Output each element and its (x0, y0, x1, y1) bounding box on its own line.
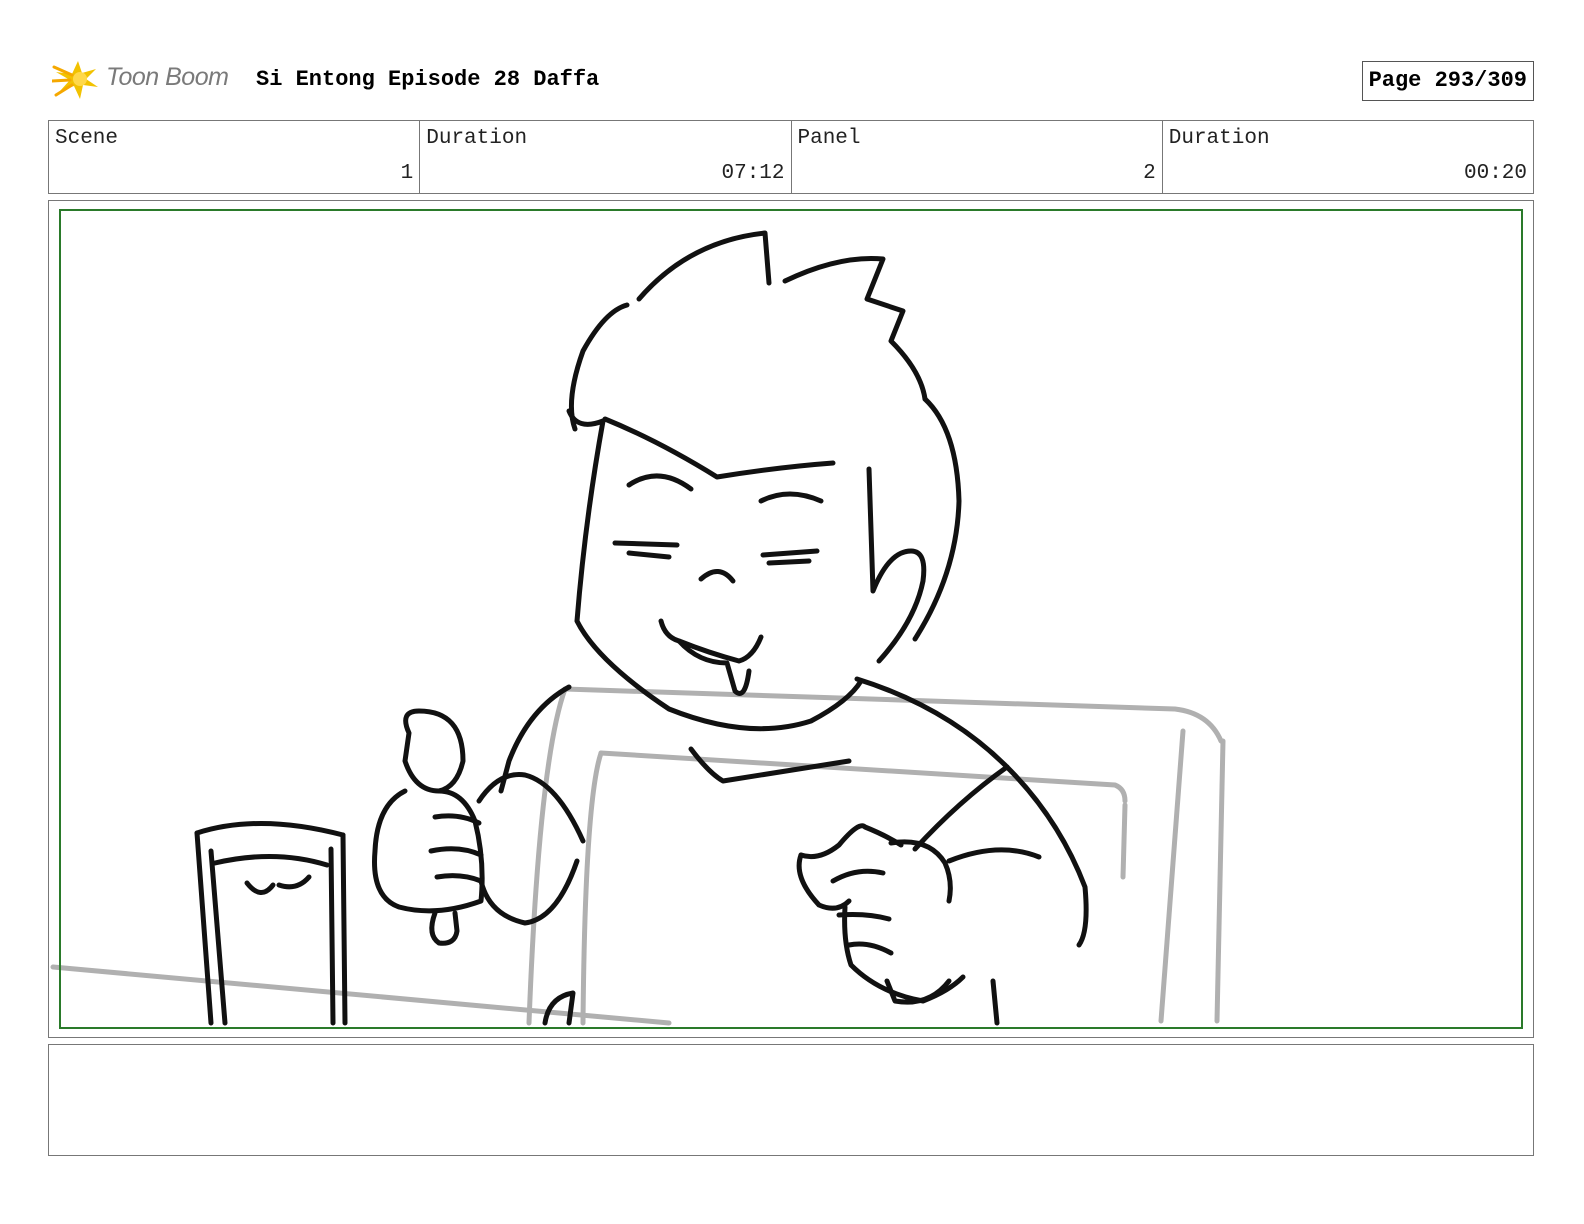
safe-frame (59, 209, 1523, 1029)
logo-text: Toon Boom (106, 63, 229, 91)
scene-duration-value: 07:12 (721, 162, 785, 185)
panel-cell: Panel 2 (792, 121, 1163, 193)
page-header: Toon Boom Si Entong Episode 28 Daffa Pag… (50, 55, 1534, 105)
scene-label: Scene (55, 127, 119, 150)
panel-duration-value: 00:20 (1463, 162, 1527, 185)
scene-duration-label: Duration (426, 127, 528, 150)
toon-boom-logo: Toon Boom (50, 55, 242, 105)
scene-info-row: Scene 1 Duration 07:12 Panel 2 Duration … (48, 120, 1534, 194)
panel-duration-cell: Duration 00:20 (1163, 121, 1533, 193)
storyboard-panel (48, 200, 1534, 1038)
panel-duration-label: Duration (1168, 127, 1270, 150)
scene-value: 1 (400, 162, 414, 185)
panel-label: Panel (797, 127, 861, 150)
scene-cell: Scene 1 (49, 121, 421, 193)
panel-notes (48, 1044, 1534, 1156)
panel-value: 2 (1143, 162, 1156, 185)
scene-duration-cell: Duration 07:12 (420, 121, 792, 193)
document-title: Si Entong Episode 28 Daffa (256, 67, 600, 92)
toon-boom-star-icon (50, 61, 98, 99)
page-number: Page 293/309 (1361, 61, 1534, 101)
